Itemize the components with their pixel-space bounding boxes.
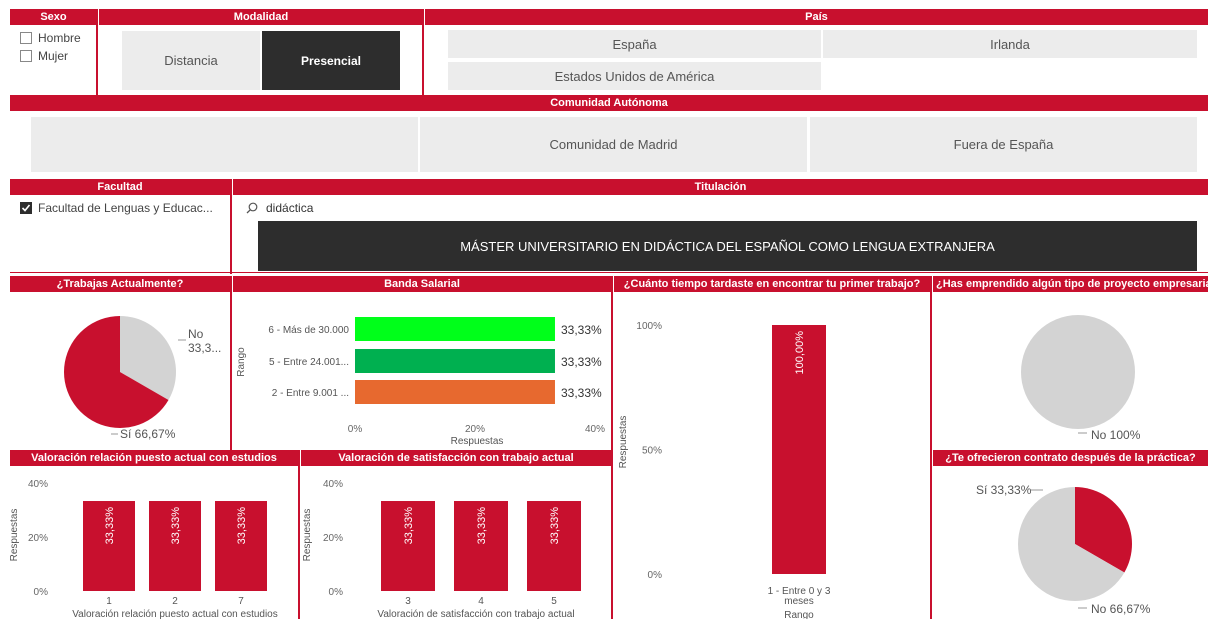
modalidad-header: Modalidad [99, 9, 423, 25]
y-tick-label: 0% [329, 587, 344, 598]
banda-category-label: 6 - Más de 30.000 [268, 325, 349, 336]
banda-tick-label: 0% [348, 424, 363, 435]
banda-xlabel: Respuestas [451, 436, 504, 447]
banda-title: Banda Salarial [233, 276, 611, 292]
x-tick-label: 3 [405, 596, 411, 607]
satisfaccion-ylabel: Respuestas [302, 509, 313, 562]
x-tick-label: meses [784, 596, 813, 607]
search-input[interactable]: didáctica [266, 201, 313, 215]
contrato-title: ¿Te ofrecieron contrato después de la pr… [933, 450, 1208, 466]
facultad-header: Facultad [10, 179, 230, 195]
titulacion-search[interactable]: didáctica [246, 199, 646, 217]
emprendido-chart: No 100% [1021, 315, 1141, 442]
checkbox-checked-icon[interactable] [20, 202, 32, 214]
x-tick-label: 7 [238, 596, 244, 607]
tiempo-ylabel: Respuestas [618, 416, 629, 469]
bar-value-label: 33,33% [170, 507, 182, 545]
facultad-option[interactable]: Facultad de Lenguas y Educac... [20, 201, 213, 215]
comunidad-tile-fuera[interactable]: Fuera de España [810, 117, 1197, 172]
banda-value-label: 33,33% [561, 323, 602, 337]
x-tick-label: 4 [478, 596, 484, 607]
label-no-pct: 33,3... [188, 341, 221, 355]
pais-tile-eeuu[interactable]: Estados Unidos de América [448, 62, 821, 90]
y-tick-label: 50% [642, 446, 662, 457]
emprendido-title: ¿Has emprendido algún tipo de proyecto e… [933, 276, 1208, 292]
relacion-title: Valoración relación puesto actual con es… [10, 450, 298, 466]
x-tick-label: 2 [172, 596, 178, 607]
label-no: No 100% [1091, 428, 1141, 442]
titulacion-header: Titulación [233, 179, 1208, 195]
relacion-chart: Respuestas 0% 20% 40% 33,33% 1 33,33% 2 33,33% 7… [10, 479, 278, 619]
comunidad-tile-blank[interactable] [31, 117, 418, 172]
trabajas-chart: No 33,3... Sí 66,67% [64, 316, 221, 441]
banda-category-label: 5 - Entre 24.001... [269, 357, 349, 368]
tiempo-xlabel: Rango [784, 610, 814, 619]
banda-chart: Rango 6 - Más de 30.000 33,33% 5 - Entre 2… [236, 317, 605, 447]
y-tick-label: 40% [28, 479, 48, 490]
contrato-pie [1018, 487, 1132, 601]
pais-tile-irlanda[interactable]: Irlanda [823, 30, 1197, 58]
tiempo-title: ¿Cuánto tiempo tardaste en encontrar tu … [614, 276, 930, 292]
contrato-chart: Sí 33,33% No 66,67% [976, 483, 1151, 616]
satisfaccion-title: Valoración de satisfacción con trabajo a… [301, 450, 611, 466]
relacion-ylabel: Respuestas [10, 509, 20, 562]
bar-value-label: 33,33% [403, 507, 415, 545]
titulacion-result[interactable]: MÁSTER UNIVERSITARIO EN DIDÁCTICA DEL ES… [258, 221, 1197, 271]
sexo-option-hombre[interactable]: Hombre [20, 31, 81, 45]
bar-value-label: 100,00% [794, 331, 806, 375]
satisfaccion-xlabel: Valoración de satisfacción con trabajo a… [377, 609, 574, 619]
emprendido-pie [1021, 315, 1135, 429]
bar-value-label: 33,33% [236, 507, 248, 545]
y-tick-label: 0% [34, 587, 49, 598]
trabajas-title: ¿Trabajas Actualmente? [10, 276, 230, 292]
banda-category-label: 2 - Entre 9.001 ... [272, 388, 349, 399]
y-tick-label: 20% [28, 533, 48, 544]
label-no: No [188, 327, 204, 341]
y-tick-label: 0% [648, 570, 663, 581]
comunidad-tile-madrid[interactable]: Comunidad de Madrid [420, 117, 807, 172]
comunidad-header: Comunidad Autónoma [10, 95, 1208, 111]
search-icon [246, 202, 258, 214]
banda-bar[interactable] [355, 317, 555, 341]
checkbox-icon[interactable] [20, 50, 32, 62]
pie-slice-no[interactable] [1021, 315, 1135, 429]
tiempo-chart: Respuestas 0%50%100%100,00%1 - Entre 0 y… [618, 321, 831, 619]
banda-ylabel: Rango [236, 347, 247, 377]
banda-tick-label: 20% [465, 424, 485, 435]
x-tick-label: 1 [106, 596, 112, 607]
label-si: Sí 66,67% [120, 427, 176, 441]
banda-value-label: 33,33% [561, 355, 602, 369]
y-tick-label: 20% [323, 533, 343, 544]
bar-value-label: 33,33% [104, 507, 116, 545]
x-tick-label: 5 [551, 596, 557, 607]
y-tick-label: 40% [323, 479, 343, 490]
banda-bar[interactable] [355, 380, 555, 404]
label-si: Sí 33,33% [976, 483, 1032, 497]
banda-tick-label: 40% [585, 424, 605, 435]
label-no: No 66,67% [1091, 602, 1151, 616]
satisfaccion-chart: Respuestas 0% 20% 40% 33,33% 3 33,33% 4 33,33% 5… [302, 479, 581, 619]
y-tick-label: 100% [636, 321, 662, 332]
modalidad-tile-presencial[interactable]: Presencial [262, 31, 400, 90]
pais-header: País [425, 9, 1208, 25]
bar-value-label: 33,33% [476, 507, 488, 545]
pais-tile-espana[interactable]: España [448, 30, 821, 58]
sexo-option-mujer[interactable]: Mujer [20, 49, 68, 63]
bar-value-label: 33,33% [549, 507, 561, 545]
checkbox-icon[interactable] [20, 32, 32, 44]
modalidad-tile-distancia[interactable]: Distancia [122, 31, 260, 90]
banda-value-label: 33,33% [561, 386, 602, 400]
trabajas-pie [64, 316, 176, 428]
relacion-xlabel: Valoración relación puesto actual con es… [72, 609, 278, 619]
banda-bar[interactable] [355, 349, 555, 373]
sexo-header: Sexo [10, 9, 97, 25]
